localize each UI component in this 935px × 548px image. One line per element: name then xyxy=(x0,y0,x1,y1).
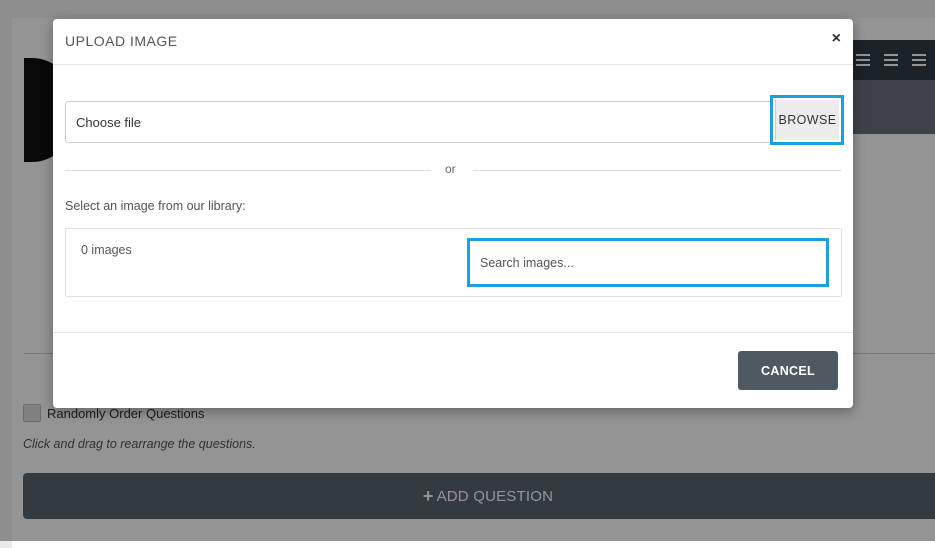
browse-button[interactable]: BROWSE xyxy=(775,100,839,140)
search-input[interactable] xyxy=(474,245,826,280)
file-input-placeholder: Choose file xyxy=(76,114,142,130)
modal-footer: CANCEL xyxy=(53,332,853,408)
browse-highlight: BROWSE xyxy=(770,95,844,145)
divider-line-left xyxy=(65,170,431,171)
or-divider: or xyxy=(65,162,841,178)
library-label: Select an image from our library: xyxy=(65,199,246,213)
or-text: or xyxy=(445,162,456,176)
close-icon[interactable]: × xyxy=(832,31,841,47)
search-highlight xyxy=(467,238,829,287)
image-count: 0 images xyxy=(81,243,132,257)
modal-header: UPLOAD IMAGE × xyxy=(53,19,853,65)
divider-line-right xyxy=(473,170,841,171)
cancel-button[interactable]: CANCEL xyxy=(738,351,838,390)
modal-title: UPLOAD IMAGE xyxy=(65,33,178,49)
upload-image-dialog: UPLOAD IMAGE × Choose file BROWSE or Sel… xyxy=(53,19,853,408)
image-library: 0 images xyxy=(65,228,842,297)
file-input[interactable]: Choose file BROWSE xyxy=(65,95,844,145)
